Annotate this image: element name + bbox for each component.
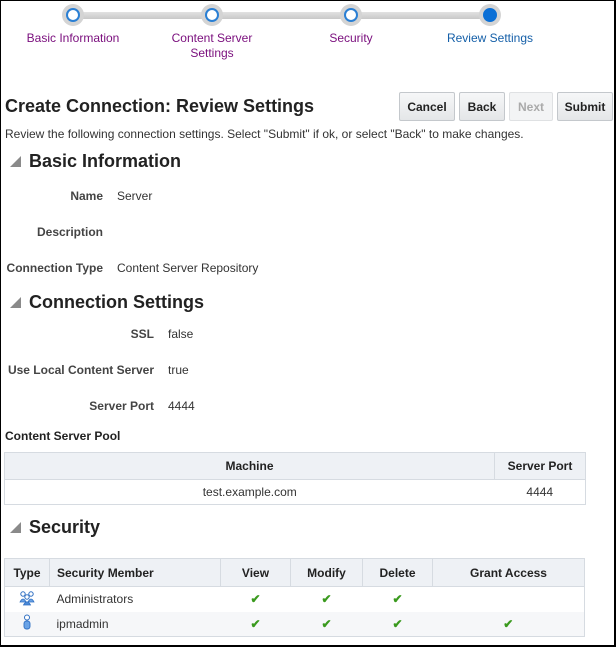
security-header[interactable]: Security xyxy=(10,517,100,538)
server-port-label: Server Port xyxy=(89,399,154,413)
wizard-train: Basic Information Content Server Setting… xyxy=(0,0,616,70)
use-local-content-server-value: true xyxy=(168,363,189,377)
view-check-icon: ✔ xyxy=(250,592,261,607)
group-icon xyxy=(19,591,35,606)
collapse-triangle-icon[interactable] xyxy=(10,522,21,533)
train-stop-basic-information[interactable] xyxy=(62,4,84,26)
type-cell xyxy=(4,611,50,637)
instructions-text: Review the following connection settings… xyxy=(5,127,524,141)
train-label-security[interactable]: Security xyxy=(286,31,416,46)
column-header-security-member[interactable]: Security Member xyxy=(49,558,221,587)
description-label: Description xyxy=(36,225,103,239)
ssl-value: false xyxy=(168,327,194,341)
modify-check-icon: ✔ xyxy=(321,592,332,607)
table-header-row: Machine Server Port xyxy=(4,452,586,480)
train-stop-review-settings xyxy=(479,4,501,26)
use-local-content-server-label: Use Local Content Server xyxy=(7,363,154,377)
column-header-modify[interactable]: Modify xyxy=(290,558,363,587)
modify-check-icon: ✔ xyxy=(290,611,363,637)
train-label-basic-information[interactable]: Basic Information xyxy=(8,31,138,46)
train-stop-security[interactable] xyxy=(340,4,362,26)
table-header-row: Type Security Member View Modify Delete … xyxy=(4,558,585,587)
connection-type-value: Content Server Repository xyxy=(117,261,259,275)
column-header-view[interactable]: View xyxy=(220,558,291,587)
view-check-icon: ✔ xyxy=(220,611,291,637)
submit-button[interactable]: Submit xyxy=(557,92,613,121)
security-table: Type Security Member View Modify Delete … xyxy=(4,558,585,637)
connection-type-label: Connection Type xyxy=(6,261,103,275)
page-title: Create Connection: Review Settings xyxy=(5,96,315,116)
section-title: Connection Settings xyxy=(29,292,204,312)
back-button[interactable]: Back xyxy=(459,92,505,121)
collapse-triangle-icon[interactable] xyxy=(10,297,21,308)
connection-settings-header[interactable]: Connection Settings xyxy=(10,292,204,313)
section-title: Security xyxy=(29,517,101,537)
train-label-content-server-settings[interactable]: Content Server Settings xyxy=(147,31,277,61)
grant-access-cell xyxy=(433,587,585,612)
column-header-grant-access[interactable]: Grant Access xyxy=(432,558,585,587)
machine-cell: test.example.com xyxy=(4,479,495,505)
security-member-cell: ipmadmin xyxy=(49,611,221,637)
column-header-machine[interactable]: Machine xyxy=(4,452,495,480)
collapse-triangle-icon[interactable] xyxy=(10,156,21,167)
server-port-cell: 4444 xyxy=(494,479,586,505)
content-server-pool-label: Content Server Pool xyxy=(5,429,121,443)
security-member-cell: Administrators xyxy=(56,592,134,607)
delete-check-icon: ✔ xyxy=(362,611,433,637)
table-row[interactable]: test.example.com 4444 xyxy=(4,479,586,505)
ssl-label: SSL xyxy=(130,327,154,341)
server-port-value: 4444 xyxy=(168,399,195,413)
basic-information-header[interactable]: Basic Information xyxy=(10,151,181,172)
section-title: Basic Information xyxy=(29,151,182,171)
name-value: Server xyxy=(117,189,153,203)
train-stop-content-server-settings[interactable] xyxy=(201,4,223,26)
train-line xyxy=(73,12,490,19)
user-icon xyxy=(23,614,31,630)
name-label: Name xyxy=(70,189,103,203)
column-header-delete[interactable]: Delete xyxy=(362,558,433,587)
content-server-pool-table: Machine Server Port test.example.com 444… xyxy=(4,452,586,505)
column-header-type[interactable]: Type xyxy=(4,558,50,587)
next-button: Next xyxy=(509,92,553,121)
delete-check-icon: ✔ xyxy=(392,592,403,607)
train-label-review-settings: Review Settings xyxy=(446,31,534,45)
column-header-server-port[interactable]: Server Port xyxy=(494,452,586,480)
grant-access-check-icon: ✔ xyxy=(432,611,585,637)
cancel-button[interactable]: Cancel xyxy=(399,92,455,121)
type-cell xyxy=(5,587,50,612)
table-row[interactable]: ipmadmin ✔ ✔ ✔ ✔ xyxy=(4,611,585,637)
table-row[interactable]: Administrators ✔ ✔ ✔ xyxy=(5,587,585,612)
